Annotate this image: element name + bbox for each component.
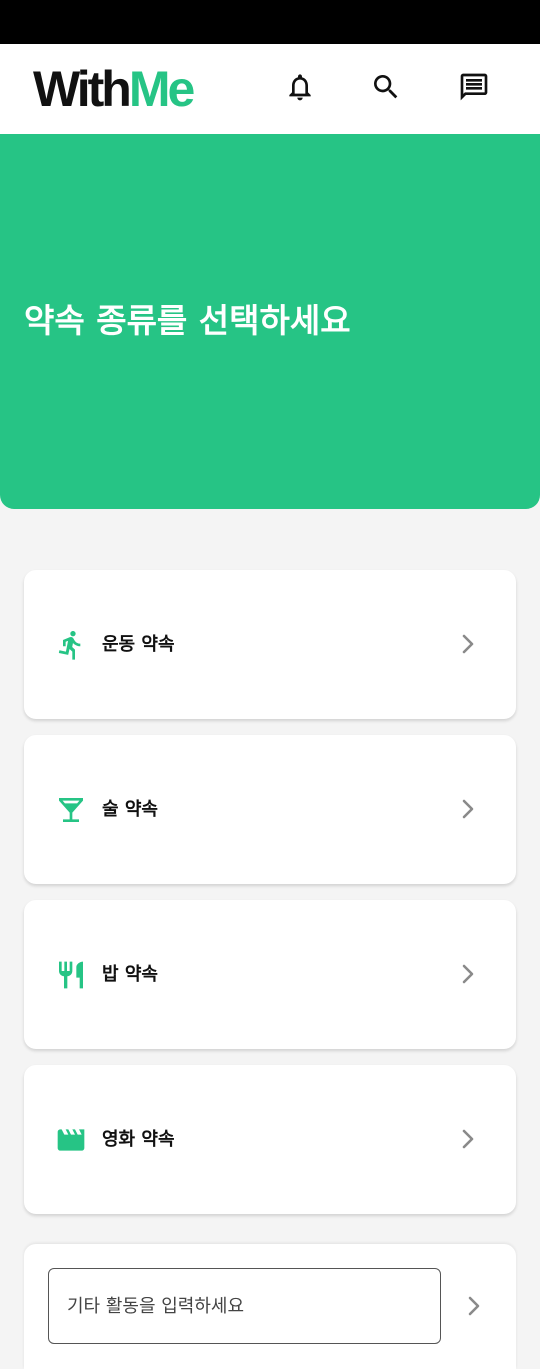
page-title: 약속 종류를 선택하세요: [24, 301, 351, 340]
category-card-movie[interactable]: 영화 약속: [24, 1065, 516, 1214]
app-header: WithMe: [0, 44, 540, 134]
search-icon: [370, 71, 402, 107]
bell-icon: [284, 71, 316, 107]
messages-button[interactable]: [454, 69, 494, 109]
other-activity-submit-button[interactable]: [462, 1292, 486, 1320]
chevron-right-icon: [462, 1296, 486, 1324]
running-icon: [55, 627, 87, 663]
chevron-right-icon: [456, 960, 480, 988]
category-card-exercise[interactable]: 운동 약속: [24, 570, 516, 719]
notifications-button[interactable]: [280, 69, 320, 109]
category-label: 영화 약속: [102, 1129, 175, 1150]
search-button[interactable]: [366, 69, 406, 109]
hero-banner: 약속 종류를 선택하세요: [0, 134, 540, 509]
logo-text-with: With: [33, 61, 132, 117]
other-activity-card: [24, 1244, 516, 1369]
category-card-drink[interactable]: 술 약속: [24, 735, 516, 884]
other-activity-input[interactable]: [48, 1268, 441, 1344]
movie-clapper-icon: [55, 1122, 87, 1158]
chevron-right-icon: [456, 630, 480, 658]
cocktail-icon: [55, 792, 87, 828]
category-label: 밥 약속: [102, 964, 158, 985]
category-label: 운동 약속: [102, 634, 175, 655]
app-logo[interactable]: WithMe: [33, 61, 195, 117]
chevron-right-icon: [456, 1125, 480, 1153]
category-label: 술 약속: [102, 799, 158, 820]
status-bar: [0, 0, 540, 44]
restaurant-icon: [55, 957, 87, 993]
logo-text-me: Me: [128, 61, 195, 117]
chat-icon: [458, 71, 490, 107]
category-card-meal[interactable]: 밥 약속: [24, 900, 516, 1049]
chevron-right-icon: [456, 795, 480, 823]
